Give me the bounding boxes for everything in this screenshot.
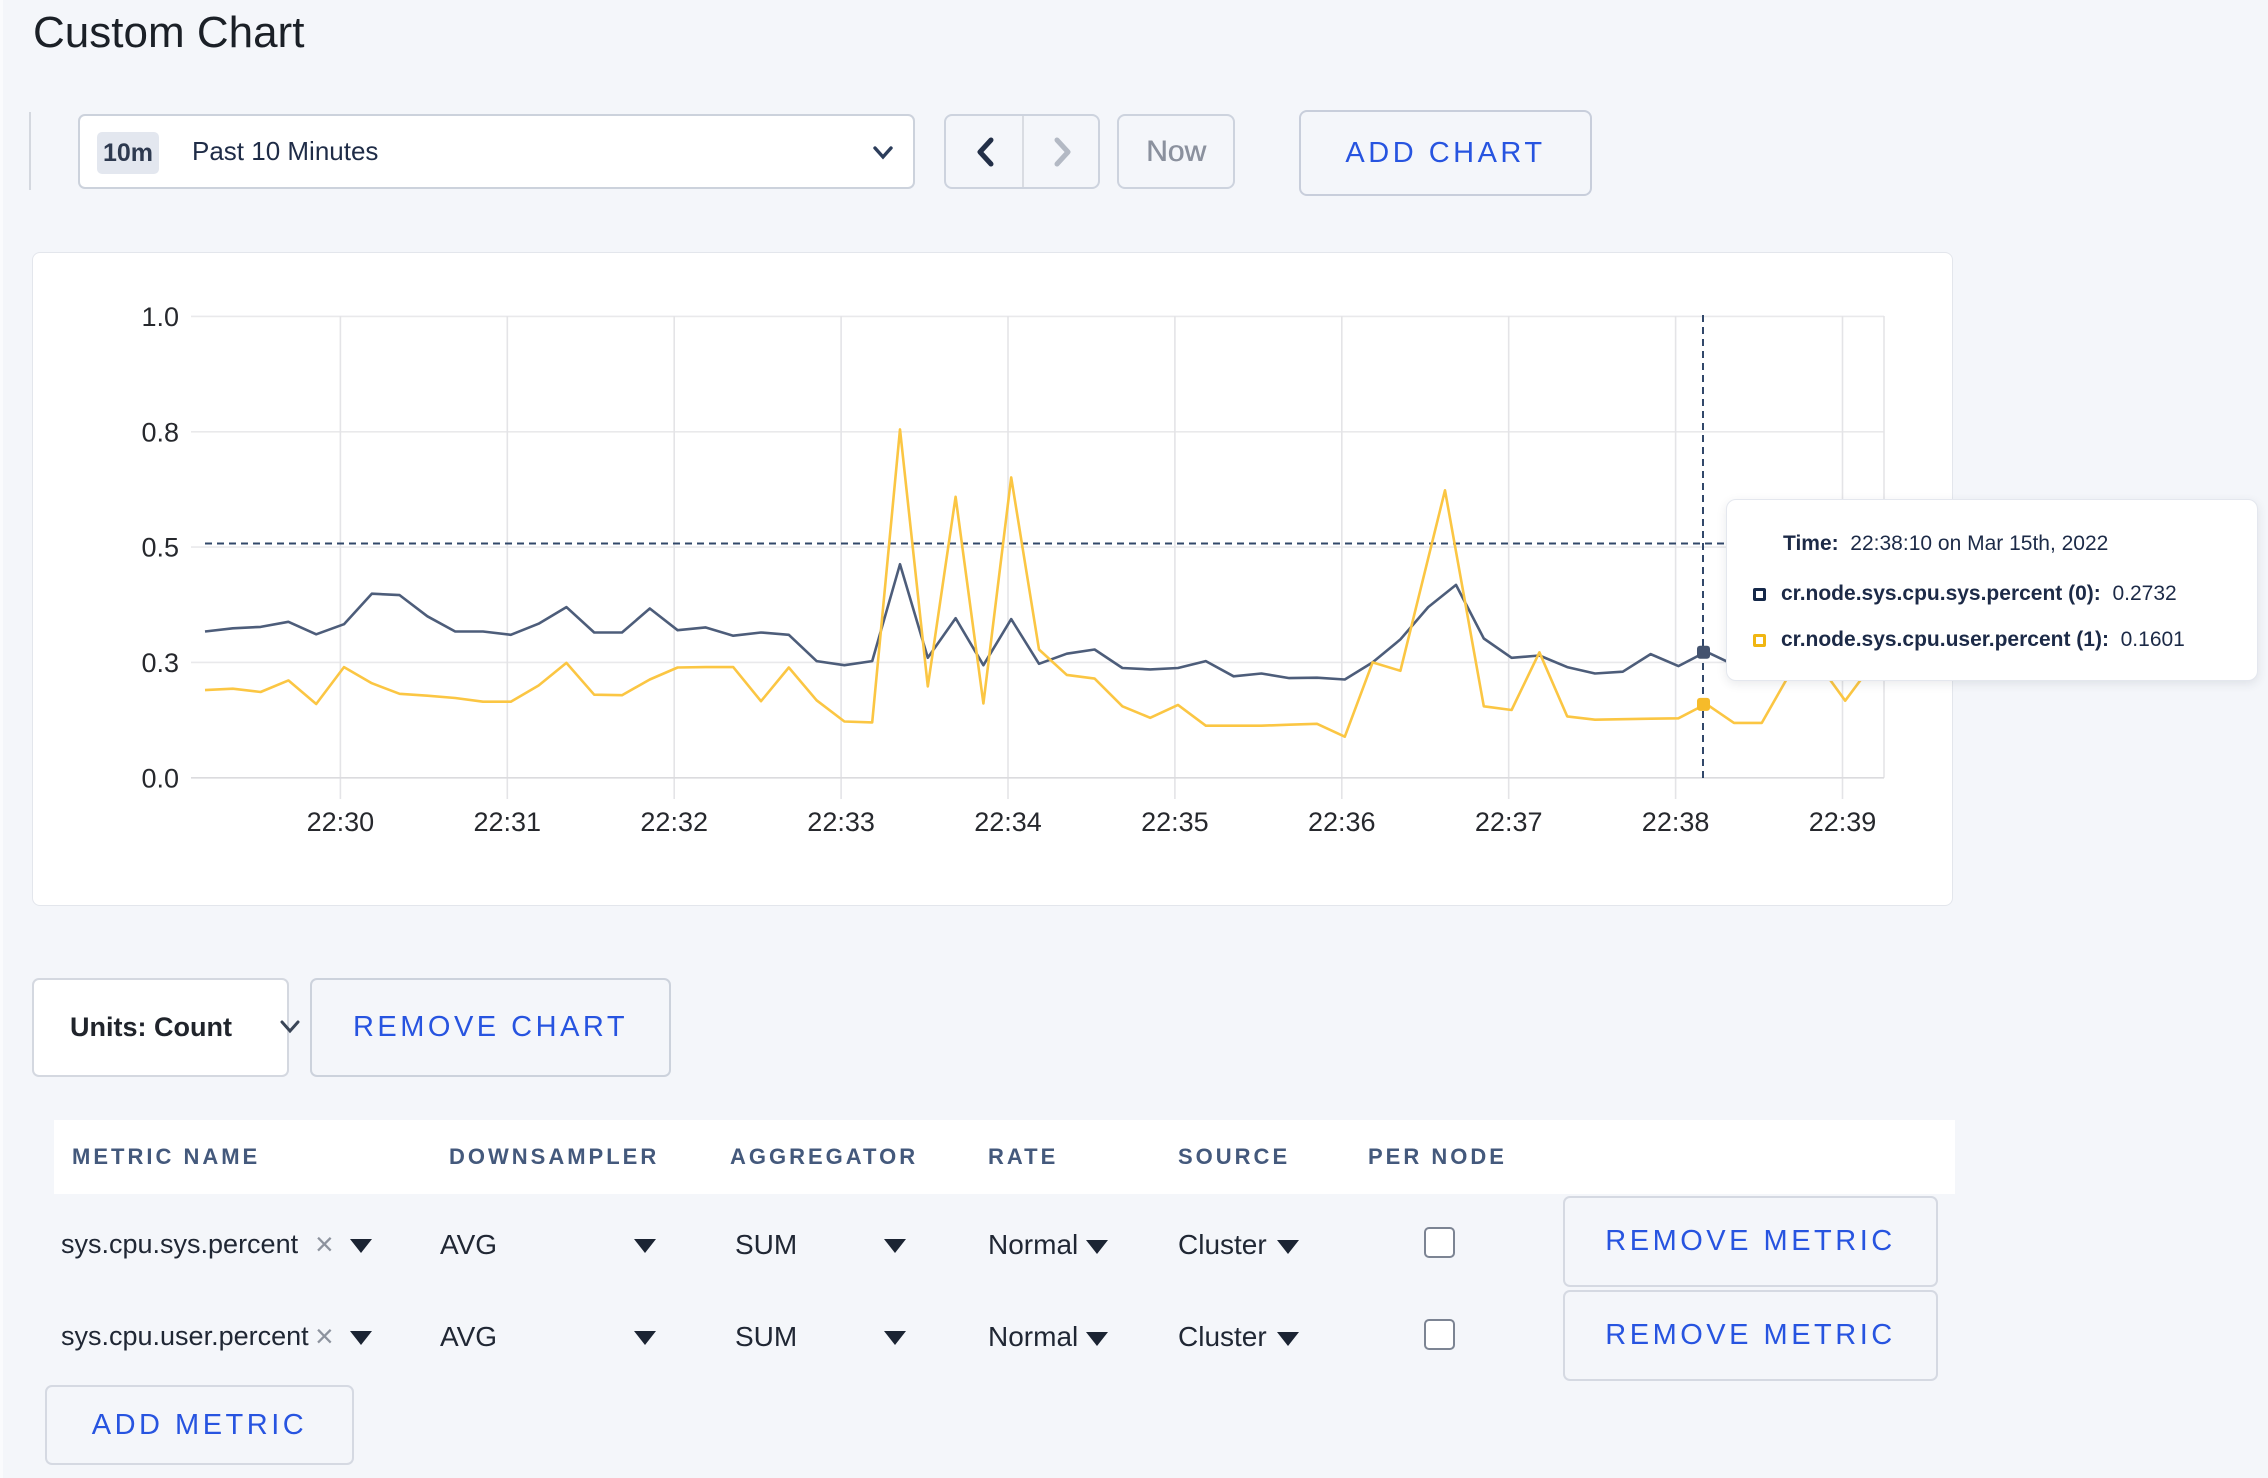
svg-text:0.0: 0.0	[141, 763, 179, 793]
svg-text:0.8: 0.8	[141, 417, 179, 447]
svg-text:22:38: 22:38	[1642, 807, 1710, 837]
svg-text:22:32: 22:32	[640, 807, 708, 837]
svg-text:0.5: 0.5	[141, 533, 179, 563]
svg-text:22:31: 22:31	[474, 807, 542, 837]
svg-text:22:35: 22:35	[1141, 807, 1209, 837]
svg-text:22:37: 22:37	[1475, 807, 1543, 837]
svg-text:0.3: 0.3	[141, 648, 179, 678]
svg-text:22:39: 22:39	[1809, 807, 1877, 837]
svg-text:22:36: 22:36	[1308, 807, 1376, 837]
svg-text:1.0: 1.0	[141, 302, 179, 332]
svg-text:22:34: 22:34	[974, 807, 1042, 837]
svg-text:22:30: 22:30	[307, 807, 375, 837]
svg-text:22:33: 22:33	[807, 807, 875, 837]
